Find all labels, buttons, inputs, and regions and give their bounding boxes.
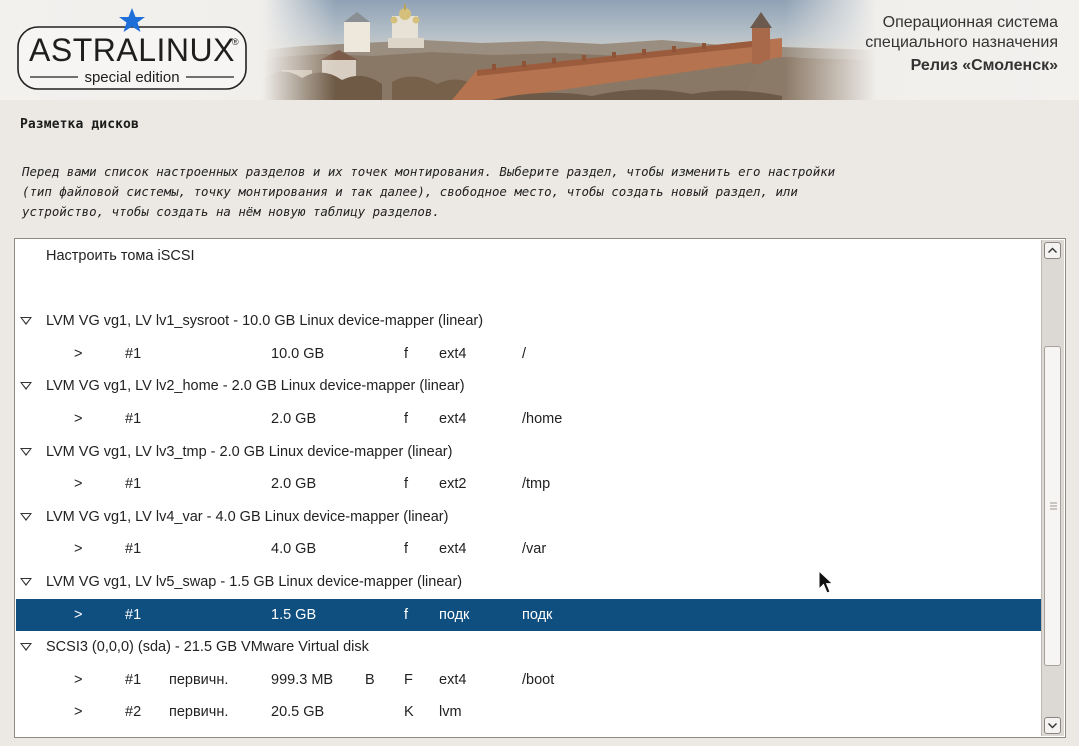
device-row[interactable]: LVM VG vg1, LV lv5_swap - 1.5 GB Linux d… <box>16 566 1041 598</box>
partition-flag: f <box>404 345 409 362</box>
partition-num: #1 <box>125 411 142 427</box>
list-item-label: Настроить тома iSCSI <box>46 248 195 264</box>
device-label: LVM VG vg1, LV lv3_tmp - 2.0 GB Linux de… <box>46 443 453 460</box>
device-label: LVM VG vg1, LV lv5_swap - 1.5 GB Linux d… <box>46 574 463 590</box>
partition-arrow: > <box>74 671 83 688</box>
partition-flag: f <box>404 476 409 493</box>
partition-num: #2 <box>125 704 142 721</box>
scroll-up-button[interactable] <box>1044 242 1061 259</box>
device-label: LVM VG vg1, LV lv4_var - 4.0 GB Linux de… <box>46 508 449 525</box>
grip-icon <box>1050 502 1057 510</box>
partition-arrow: > <box>74 606 83 623</box>
partition-size: 1.5 GB <box>271 606 317 623</box>
partition-row-selected[interactable]: > #1 1.5 GB f подк подк <box>16 598 1041 631</box>
partition-mount: /boot <box>522 671 555 688</box>
device-row[interactable]: SCSI3 (0,0,0) (sda) - 21.5 GB VMware Vir… <box>16 631 1041 663</box>
partition-num: #1 <box>125 345 142 362</box>
expand-triangle-icon[interactable] <box>20 512 32 521</box>
partition-size: 10.0 GB <box>271 345 325 362</box>
partition-flag: f <box>404 411 409 427</box>
astralinux-logo: ASTRALINUX ® special edition <box>17 8 247 90</box>
device-label: LVM VG vg1, LV lv2_home - 2.0 GB Linux d… <box>46 378 465 395</box>
description-line: (тип файловой системы, точку монтировани… <box>22 184 798 199</box>
partition-num: #1 <box>125 606 142 623</box>
partition-arrow: > <box>74 411 83 427</box>
expand-triangle-icon[interactable] <box>20 382 32 391</box>
partition-flag: K <box>404 704 414 721</box>
partition-list[interactable]: Настроить тома iSCSI LVM VG vg1, LV lv1_s… <box>14 238 1066 738</box>
description-line: устройство, чтобы создать на нём новую т… <box>22 204 440 219</box>
partition-row[interactable]: > #2 первичн. 20.5 GB Klvm <box>16 696 1041 728</box>
release-info: Операционная система специального назнач… <box>865 13 1058 77</box>
svg-text:ASTRALINUX: ASTRALINUX <box>29 32 235 68</box>
release-line-purpose: специального назначения <box>865 34 1058 51</box>
chevron-up-icon <box>1048 247 1057 253</box>
partition-row[interactable]: > #1 10.0 GB f ext4 / <box>16 338 1041 370</box>
partition-type: первичн. <box>169 704 229 721</box>
partition-mount: /var <box>522 541 547 558</box>
partition-arrow: > <box>74 704 83 721</box>
release-line-name: Релиз «Смоленск» <box>910 57 1058 74</box>
partition-size: 2.0 GB <box>271 476 317 493</box>
partition-row[interactable]: > #1 2.0 GB f ext4/home <box>16 403 1041 435</box>
partition-fs: ext2 <box>439 476 467 493</box>
device-row[interactable]: LVM VG vg1, LV lv2_home - 2.0 GB Linux d… <box>16 370 1041 402</box>
chevron-down-icon <box>1048 723 1057 729</box>
partition-fs: ext4 <box>439 345 467 362</box>
partition-mount: подк <box>522 606 553 623</box>
partition-mount: /home <box>522 411 563 427</box>
release-line-os: Операционная система <box>882 14 1058 31</box>
partition-boot: B <box>365 671 375 688</box>
description-line: Перед вами список настроенных разделов и… <box>22 164 836 179</box>
device-row[interactable]: LVM VG vg1, LV lv3_tmp - 2.0 GB Linux de… <box>16 436 1041 468</box>
partition-flag: f <box>404 606 409 623</box>
partition-num: #1 <box>125 541 142 558</box>
device-row[interactable]: LVM VG vg1, LV lv4_var - 4.0 GB Linux de… <box>16 501 1041 533</box>
partition-num: #1 <box>125 671 142 688</box>
partition-mount: / <box>522 345 527 362</box>
partition-arrow: > <box>74 345 83 362</box>
expand-triangle-icon[interactable] <box>20 317 32 326</box>
smolensk-panorama-image <box>262 0 877 100</box>
device-row[interactable]: LVM VG vg1, LV lv1_sysroot - 10.0 GB Lin… <box>16 305 1041 337</box>
partition-size: 4.0 GB <box>271 541 317 558</box>
partition-size: 999.3 MB <box>271 671 334 688</box>
partition-fs: lvm <box>439 704 462 721</box>
partition-fs: ext4 <box>439 541 467 558</box>
page-title: Разметка дисков <box>20 117 139 132</box>
svg-text:special edition: special edition <box>84 69 179 86</box>
svg-text:®: ® <box>232 37 239 47</box>
description: Перед вами список настроенных разделов и… <box>22 162 1062 222</box>
vertical-scrollbar[interactable] <box>1041 240 1064 736</box>
partition-row[interactable]: > #1 первичн. 999.3 MB B Fext4/boot <box>16 664 1041 696</box>
expand-triangle-icon[interactable] <box>20 447 32 456</box>
partition-fs: подк <box>439 606 470 623</box>
header-banner: ASTRALINUX ® special edition Операционна… <box>0 0 1079 100</box>
list-item-iscsi[interactable]: Настроить тома iSCSI <box>16 240 1041 272</box>
partition-size: 2.0 GB <box>271 411 317 427</box>
partition-arrow: > <box>74 541 83 558</box>
scroll-down-button[interactable] <box>1044 717 1061 734</box>
expand-triangle-icon[interactable] <box>20 643 32 652</box>
partition-fs: ext4 <box>439 411 467 427</box>
partition-fs: ext4 <box>439 671 467 688</box>
partition-size: 20.5 GB <box>271 704 325 721</box>
partition-row[interactable]: > #1 2.0 GB f ext2/tmp <box>16 468 1041 500</box>
partition-mount: /tmp <box>522 476 551 493</box>
partition-row[interactable]: > #1 4.0 GB f ext4/var <box>16 533 1041 565</box>
device-label: SCSI3 (0,0,0) (sda) - 21.5 GB VMware Vir… <box>46 639 369 656</box>
expand-triangle-icon[interactable] <box>20 578 32 586</box>
partition-type: первичн. <box>169 671 229 688</box>
mouse-pointer-icon <box>818 570 834 594</box>
scroll-thumb[interactable] <box>1044 346 1061 666</box>
partition-flag: F <box>404 671 413 688</box>
partition-flag: f <box>404 541 409 558</box>
partition-arrow: > <box>74 476 83 493</box>
device-label: LVM VG vg1, LV lv1_sysroot - 10.0 GB Lin… <box>46 313 484 330</box>
partition-num: #1 <box>125 476 142 493</box>
